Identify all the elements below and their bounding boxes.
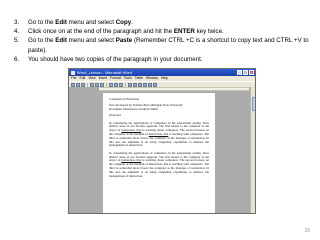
menu-table[interactable]: Table	[135, 76, 143, 81]
instruction-steps: 3. Go to the Edit menu and select Copy. …	[14, 18, 314, 64]
drawing-icon[interactable]	[148, 82, 152, 87]
undo-icon[interactable]	[128, 82, 132, 87]
toolbar-divider	[125, 82, 126, 87]
zoom-icon[interactable]	[153, 82, 157, 87]
step-number: 4.	[14, 28, 20, 36]
document-paragraph-1: In considering the applications of compu…	[109, 120, 210, 148]
step-text: Click once on at the end of the paragrap…	[28, 28, 224, 36]
step-number: 6.	[14, 55, 20, 63]
step-text: Go to the Edit menu and select Copy.	[28, 19, 133, 26]
document-title: Computers in Education	[109, 97, 140, 101]
minimize-button[interactable]: _	[237, 70, 242, 75]
redo-icon[interactable]	[133, 82, 137, 87]
table-icon[interactable]	[138, 82, 142, 87]
step-text: You should have two copies of the paragr…	[28, 55, 203, 63]
step-text: Go to the Edit menu and select Paste (Re…	[28, 37, 309, 54]
open-folder-icon[interactable]	[76, 82, 80, 87]
menu-format[interactable]: Format	[110, 76, 121, 81]
slide-page-number: 15	[304, 228, 310, 234]
cut-icon[interactable]	[109, 82, 113, 87]
print-preview-icon[interactable]	[95, 82, 99, 87]
save-icon[interactable]	[81, 82, 85, 87]
menu-help[interactable]: Help	[161, 76, 168, 81]
scrollbar-thumb[interactable]	[251, 97, 255, 111]
maximize-button[interactable]: □	[243, 70, 248, 75]
document-paragraph-2: In considering the applications of compu…	[109, 150, 210, 178]
step-5: 5. Go to the Edit menu and select Paste …	[14, 36, 314, 54]
step-4: 4. Click once on at the end of the parag…	[14, 27, 314, 36]
window-controls: _ □ x	[237, 70, 255, 75]
word-window-title: Word_Lesson - Microsoft Word	[77, 70, 132, 75]
word-title-bar: Word_Lesson - Microsoft Word _ □ x	[69, 69, 255, 76]
toolbar-divider	[106, 82, 107, 87]
toolbar-divider	[87, 82, 88, 87]
horizontal-ruler[interactable]	[99, 87, 249, 91]
word-window-screenshot: Word_Lesson - Microsoft Word _ □ x File …	[68, 68, 256, 214]
menu-file[interactable]: File	[71, 76, 76, 81]
copy-icon[interactable]	[114, 82, 118, 87]
paste-icon[interactable]	[119, 82, 123, 87]
step-6: 6. You should have two copies of the par…	[14, 55, 314, 64]
spelling-icon[interactable]	[100, 82, 104, 87]
menu-edit[interactable]: Edit	[79, 76, 85, 81]
step-number: 5.	[14, 37, 20, 45]
close-button[interactable]: x	[249, 70, 254, 75]
menu-tools[interactable]: Tools	[124, 76, 132, 81]
menu-window[interactable]: Window	[146, 76, 158, 81]
print-icon[interactable]	[90, 82, 94, 87]
new-document-icon[interactable]	[71, 82, 75, 87]
step-3: 3. Go to the Edit menu and select Copy.	[14, 18, 314, 27]
vertical-scrollbar[interactable]	[250, 87, 255, 213]
columns-icon[interactable]	[143, 82, 147, 87]
step-number: 3.	[14, 19, 20, 26]
menu-insert[interactable]: Insert	[99, 76, 107, 81]
document-page[interactable]: Computers in Education Text developed by…	[103, 93, 215, 213]
menu-view[interactable]: View	[88, 76, 95, 81]
word-app-icon	[71, 70, 75, 75]
